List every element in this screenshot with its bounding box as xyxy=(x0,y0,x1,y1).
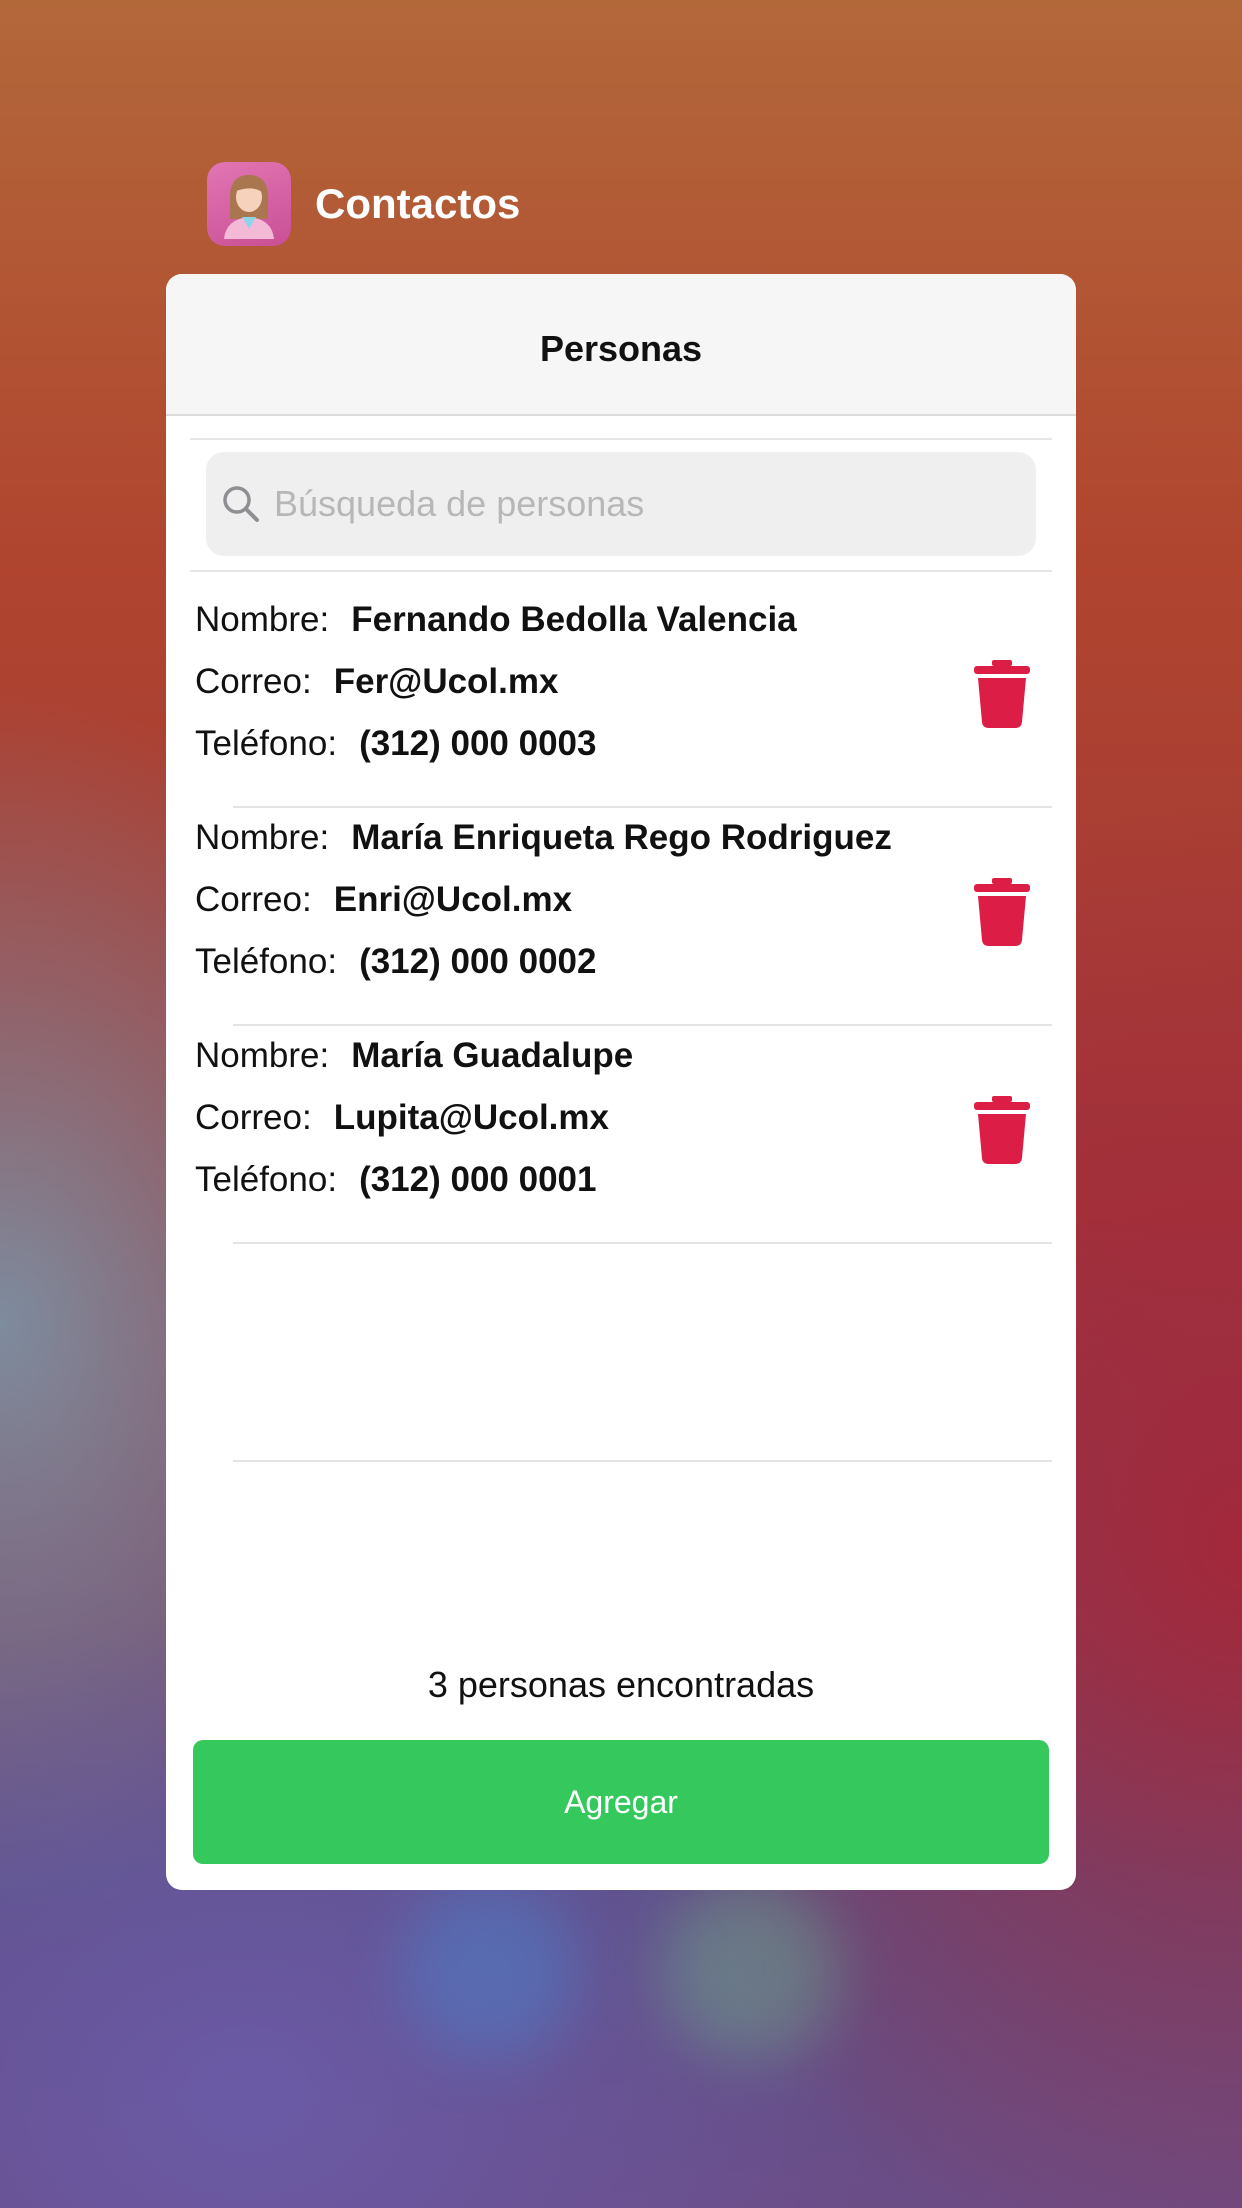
person-phone: (312) 000 0001 xyxy=(359,1160,597,1199)
search-bar[interactable] xyxy=(206,452,1036,556)
trash-icon[interactable] xyxy=(974,1096,1030,1164)
person-avatar-icon xyxy=(207,162,291,246)
phone-label: Teléfono: xyxy=(195,942,338,981)
app-name: Contactos xyxy=(315,180,521,227)
people-list: Nombre: Fernando Bedolla Valencia Correo:… xyxy=(166,590,1076,1462)
person-email: Fer@Ucol.mx xyxy=(333,662,559,701)
name-label: Nombre: xyxy=(195,818,330,857)
background-blur xyxy=(400,1880,580,2060)
email-line: Correo: Fer@Ucol.mx xyxy=(195,662,558,702)
list-item[interactable]: Nombre: María Enriqueta Rego Rodriguez Co… xyxy=(195,808,1052,1026)
person-name: María Guadalupe xyxy=(351,1036,634,1075)
list-item[interactable]: Nombre: Fernando Bedolla Valencia Correo:… xyxy=(195,590,1052,808)
email-label: Correo: xyxy=(195,880,312,919)
email-label: Correo: xyxy=(195,1098,312,1137)
name-line: Nombre: María Guadalupe xyxy=(195,1036,633,1076)
background-blur xyxy=(660,1880,840,2060)
name-line: Nombre: Fernando Bedolla Valencia xyxy=(195,600,797,640)
navigation-bar: Personas xyxy=(166,274,1076,416)
name-line: Nombre: María Enriqueta Rego Rodriguez xyxy=(195,818,892,858)
person-phone: (312) 000 0003 xyxy=(359,724,597,763)
name-label: Nombre: xyxy=(195,600,330,639)
name-label: Nombre: xyxy=(195,1036,330,1075)
email-line: Correo: Enri@Ucol.mx xyxy=(195,880,572,920)
trash-icon[interactable] xyxy=(974,660,1030,728)
trash-icon[interactable] xyxy=(974,878,1030,946)
search-section xyxy=(190,438,1052,556)
phone-label: Teléfono: xyxy=(195,724,338,763)
divider xyxy=(190,570,1052,572)
phone-line: Teléfono: (312) 000 0002 xyxy=(195,942,596,982)
email-label: Correo: xyxy=(195,662,312,701)
app-switcher-header[interactable]: Contactos xyxy=(207,162,520,246)
search-input[interactable] xyxy=(272,482,976,526)
results-count: 3 personas encontradas xyxy=(427,1664,815,1705)
email-line: Correo: Lupita@Ucol.mx xyxy=(195,1098,609,1138)
phone-line: Teléfono: (312) 000 0001 xyxy=(195,1160,596,1200)
search-icon xyxy=(223,486,259,522)
phone-label: Teléfono: xyxy=(195,1160,338,1199)
add-button[interactable]: Agregar xyxy=(193,1740,1049,1864)
person-email: Enri@Ucol.mx xyxy=(333,880,573,919)
phone-line: Teléfono: (312) 000 0003 xyxy=(195,724,596,764)
app-window[interactable]: Personas Nombre: Fernando Bedolla Valenci… xyxy=(166,274,1076,1890)
page-title: Personas xyxy=(539,328,703,369)
person-phone: (312) 000 0002 xyxy=(359,942,597,981)
person-email: Lupita@Ucol.mx xyxy=(333,1098,609,1137)
person-name: Fernando Bedolla Valencia xyxy=(351,600,797,639)
empty-list-row xyxy=(195,1244,1052,1462)
list-item[interactable]: Nombre: María Guadalupe Correo: Lupita@Uco… xyxy=(195,1026,1052,1244)
person-name: María Enriqueta Rego Rodriguez xyxy=(351,818,892,857)
divider xyxy=(233,1460,1052,1462)
